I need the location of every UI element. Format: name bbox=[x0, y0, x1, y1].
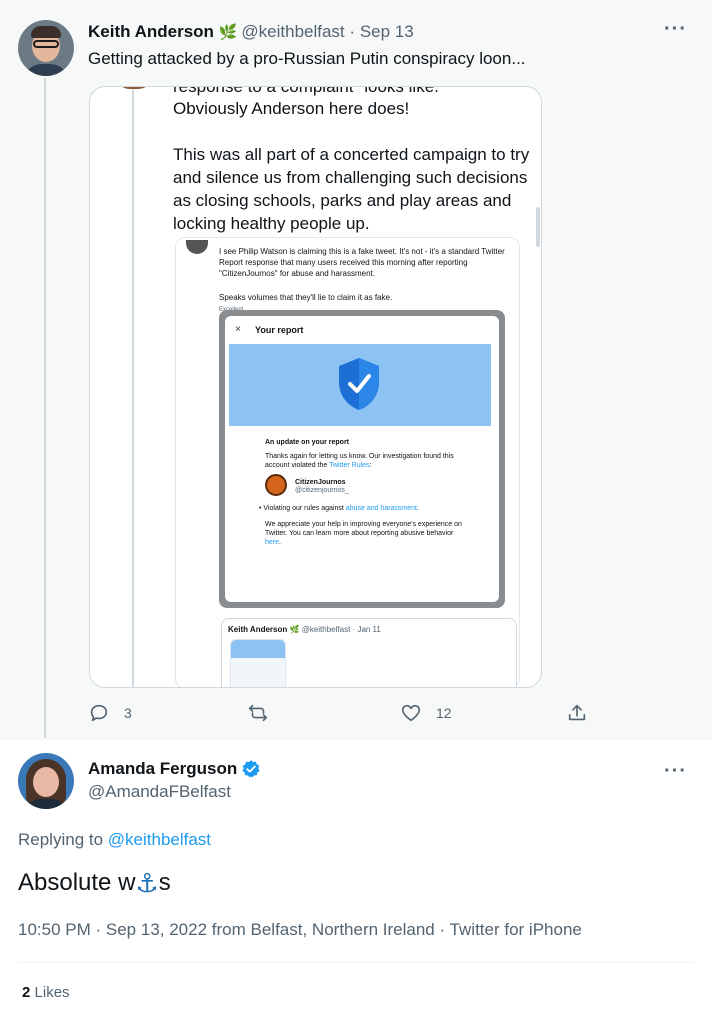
tweet-time[interactable]: 10:50 PM bbox=[18, 920, 91, 939]
separator: · bbox=[349, 22, 356, 41]
avatar[interactable] bbox=[18, 753, 74, 809]
embedded-thread-line bbox=[132, 87, 134, 687]
more-horizontal-icon[interactable]: ··· bbox=[664, 18, 687, 41]
verified-badge-icon bbox=[242, 760, 260, 778]
report-title: Your report bbox=[255, 325, 304, 335]
tweet-client[interactable]: Twitter for iPhone bbox=[450, 920, 582, 939]
report-body-text: Thanks again for letting us know. Our in… bbox=[265, 453, 454, 469]
embedded-paragraph: Obviously Anderson here does! bbox=[173, 99, 410, 118]
retweet-button[interactable] bbox=[247, 702, 283, 724]
reply-button[interactable]: 3 bbox=[88, 702, 132, 724]
twitter-rules-link: Twitter Rules bbox=[329, 462, 370, 469]
reply-icon bbox=[90, 704, 108, 722]
tweet-date[interactable]: Sep 13, 2022 bbox=[106, 920, 207, 939]
report-banner bbox=[229, 344, 491, 426]
report-header: × Your report bbox=[225, 316, 499, 344]
report-body-text: We appreciate your help in improving eve… bbox=[265, 521, 462, 546]
report-dialog: × Your report An update on your report T… bbox=[225, 316, 499, 602]
tweet-date[interactable]: Sep 13 bbox=[360, 22, 414, 41]
inner-avatar bbox=[186, 240, 208, 254]
tweet-text: Getting attacked by a pro-Russian Putin … bbox=[88, 49, 526, 68]
plant-emoji-icon: 🌿 bbox=[218, 24, 238, 41]
report-bullet: • Violating our rules against abuse and … bbox=[259, 505, 419, 512]
avatar[interactable] bbox=[18, 20, 74, 76]
tweet-location[interactable]: from Belfast, Northern Ireland bbox=[212, 920, 435, 939]
tweet-meta: 10:50 PM · Sep 13, 2022 from Belfast, No… bbox=[18, 920, 582, 939]
divider bbox=[18, 962, 694, 963]
action-bar: 3 12 bbox=[0, 702, 712, 730]
author-name-row: Amanda Ferguson bbox=[88, 759, 261, 779]
account-handle: @citizenjournos_ bbox=[295, 487, 349, 494]
scrollbar[interactable] bbox=[536, 207, 540, 247]
account-avatar bbox=[265, 474, 287, 496]
author-handle[interactable]: @AmandaFBelfast bbox=[88, 782, 231, 802]
embedded-image[interactable]: response to a complaint "looks like." Ob… bbox=[89, 86, 542, 688]
share-icon bbox=[568, 704, 586, 721]
share-button[interactable] bbox=[566, 702, 588, 724]
quoted-header: Keith Anderson 🌿 @keithbelfast · Jan 11 bbox=[228, 625, 381, 634]
more-horizontal-icon[interactable]: ··· bbox=[664, 760, 687, 783]
author-handle[interactable]: @keithbelfast bbox=[241, 22, 344, 41]
likes-label: Likes bbox=[34, 984, 70, 1001]
author-name[interactable]: Amanda Ferguson bbox=[88, 759, 237, 779]
author-name[interactable]: Keith Anderson bbox=[88, 22, 214, 41]
thread-line bbox=[44, 78, 46, 738]
shield-check-icon bbox=[339, 358, 379, 410]
embedded-avatar bbox=[114, 87, 154, 89]
close-icon: × bbox=[235, 324, 241, 335]
replying-handle-link[interactable]: @keithbelfast bbox=[108, 830, 211, 849]
embedded-paragraph: This was all part of a concerted campaig… bbox=[173, 145, 530, 233]
report-heading: An update on your report bbox=[265, 439, 349, 446]
inner-screenshot: I see Philip Watson is claiming this is … bbox=[175, 237, 520, 687]
quoted-tweet: Keith Anderson 🌿 @keithbelfast · Jan 11 bbox=[221, 618, 517, 687]
inner-tweet-text: I see Philip Watson is claiming this is … bbox=[219, 247, 505, 278]
quoted-thumbnail bbox=[230, 639, 286, 687]
tweet-header: Keith Anderson 🌿 @keithbelfast · Sep 13 bbox=[88, 22, 414, 42]
parent-tweet[interactable]: Keith Anderson 🌿 @keithbelfast · Sep 13 … bbox=[0, 0, 712, 740]
likes-count: 2 bbox=[22, 984, 31, 1001]
inner-tweet-text: Speaks volumes that they'll lie to claim… bbox=[219, 293, 393, 302]
like-button[interactable]: 12 bbox=[400, 702, 452, 724]
likes-summary[interactable]: 2 Likes bbox=[22, 984, 70, 1001]
retweet-icon bbox=[248, 704, 268, 722]
replying-to: Replying to @keithbelfast bbox=[18, 830, 212, 849]
anchor-emoji-icon: ⚓ bbox=[135, 868, 159, 898]
heart-icon bbox=[401, 704, 421, 722]
reply-count: 3 bbox=[124, 705, 132, 721]
like-count: 12 bbox=[436, 705, 452, 721]
tweet-text: Absolute w⚓s bbox=[18, 868, 171, 898]
